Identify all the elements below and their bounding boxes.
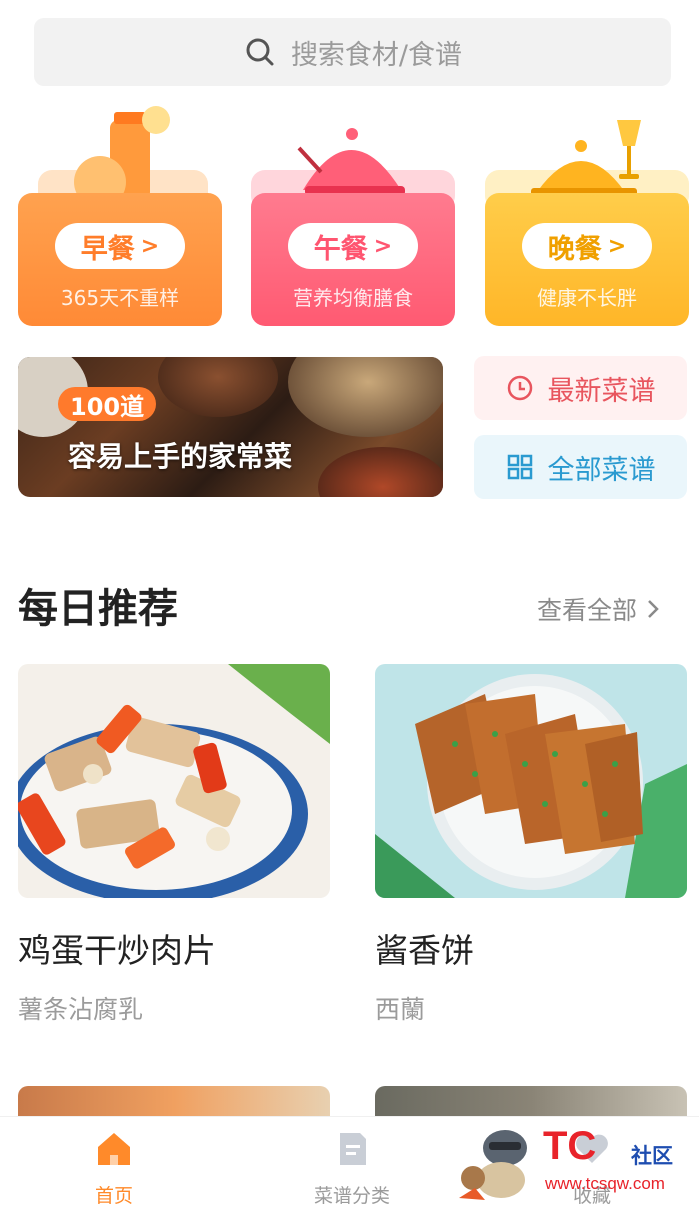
dinner-label: 晚餐 bbox=[547, 233, 602, 265]
chevron-right-icon: > bbox=[607, 233, 627, 259]
recipe-photo bbox=[375, 664, 687, 898]
breakfast-card[interactable]: 早餐 > 365天不重样 bbox=[18, 100, 222, 326]
recipe-card[interactable]: 鸡蛋干炒肉片 薯条沾腐乳 bbox=[18, 664, 330, 1026]
breakfast-button[interactable]: 早餐 > bbox=[55, 223, 185, 269]
lunch-button[interactable]: 午餐 > bbox=[288, 223, 418, 269]
tab-home[interactable]: 首页 bbox=[54, 1129, 174, 1208]
search-icon bbox=[243, 35, 277, 69]
search-placeholder: 搜索食材/食谱 bbox=[290, 39, 463, 71]
recipe-card[interactable]: 酱香饼 西蘭 bbox=[375, 664, 687, 1026]
mascot-icon bbox=[459, 1130, 527, 1200]
all-recipes-label: 全部菜谱 bbox=[547, 454, 656, 486]
watermark: TC 社区 www.tcsqw.com bbox=[455, 1118, 695, 1202]
view-all-label: 查看全部 bbox=[536, 596, 637, 625]
watermark-community: 社区 bbox=[631, 1144, 673, 1168]
dinner-subtitle: 健康不长胖 bbox=[537, 286, 637, 310]
recipe-photo bbox=[18, 664, 330, 898]
section-title: 每日推荐 bbox=[18, 586, 178, 632]
category-icon bbox=[340, 1133, 366, 1165]
tab-home-label: 首页 bbox=[94, 1185, 133, 1207]
home-icon bbox=[98, 1133, 130, 1165]
breakfast-subtitle: 365天不重样 bbox=[60, 286, 180, 310]
banner-tagline: 容易上手的家常菜 bbox=[68, 440, 293, 473]
recipe-author: 薯条沾腐乳 bbox=[18, 995, 144, 1024]
lunch-subtitle: 营养均衡膳食 bbox=[293, 286, 413, 310]
watermark-brand: TC bbox=[543, 1124, 597, 1168]
chevron-right-icon: > bbox=[373, 233, 393, 259]
banner-dish-image bbox=[288, 357, 443, 437]
view-all-link[interactable]: 查看全部 bbox=[537, 591, 659, 627]
lunch-label: 午餐 bbox=[313, 233, 368, 265]
recipe-name: 酱香饼 bbox=[375, 931, 474, 970]
tab-category[interactable]: 菜谱分类 bbox=[292, 1129, 412, 1208]
recipe-author: 西蘭 bbox=[375, 995, 426, 1024]
search-bar[interactable]: 搜索食材/食谱 bbox=[34, 18, 671, 86]
breakfast-label: 早餐 bbox=[80, 233, 135, 265]
grid-icon bbox=[507, 454, 532, 480]
tab-category-label: 菜谱分类 bbox=[313, 1185, 390, 1207]
home-cooking-banner[interactable]: 100道 容易上手的家常菜 bbox=[18, 357, 443, 497]
latest-recipes-label: 最新菜谱 bbox=[547, 375, 656, 407]
banner-badge: 100道 bbox=[58, 387, 157, 421]
dinner-card[interactable]: 晚餐 > 健康不长胖 bbox=[485, 100, 689, 326]
chevron-right-icon bbox=[648, 600, 659, 618]
latest-recipes-button[interactable]: 最新菜谱 bbox=[474, 356, 687, 420]
chevron-right-icon: > bbox=[140, 233, 160, 259]
lunch-card[interactable]: 午餐 > 营养均衡膳食 bbox=[251, 100, 455, 326]
watermark-url: www.tcsqw.com bbox=[545, 1174, 665, 1193]
clock-icon bbox=[507, 375, 532, 401]
recipe-name: 鸡蛋干炒肉片 bbox=[18, 931, 216, 970]
dinner-button[interactable]: 晚餐 > bbox=[522, 223, 652, 269]
banner-dish-image bbox=[318, 447, 443, 497]
all-recipes-button[interactable]: 全部菜谱 bbox=[474, 435, 687, 499]
banner-dish-image bbox=[158, 357, 278, 417]
